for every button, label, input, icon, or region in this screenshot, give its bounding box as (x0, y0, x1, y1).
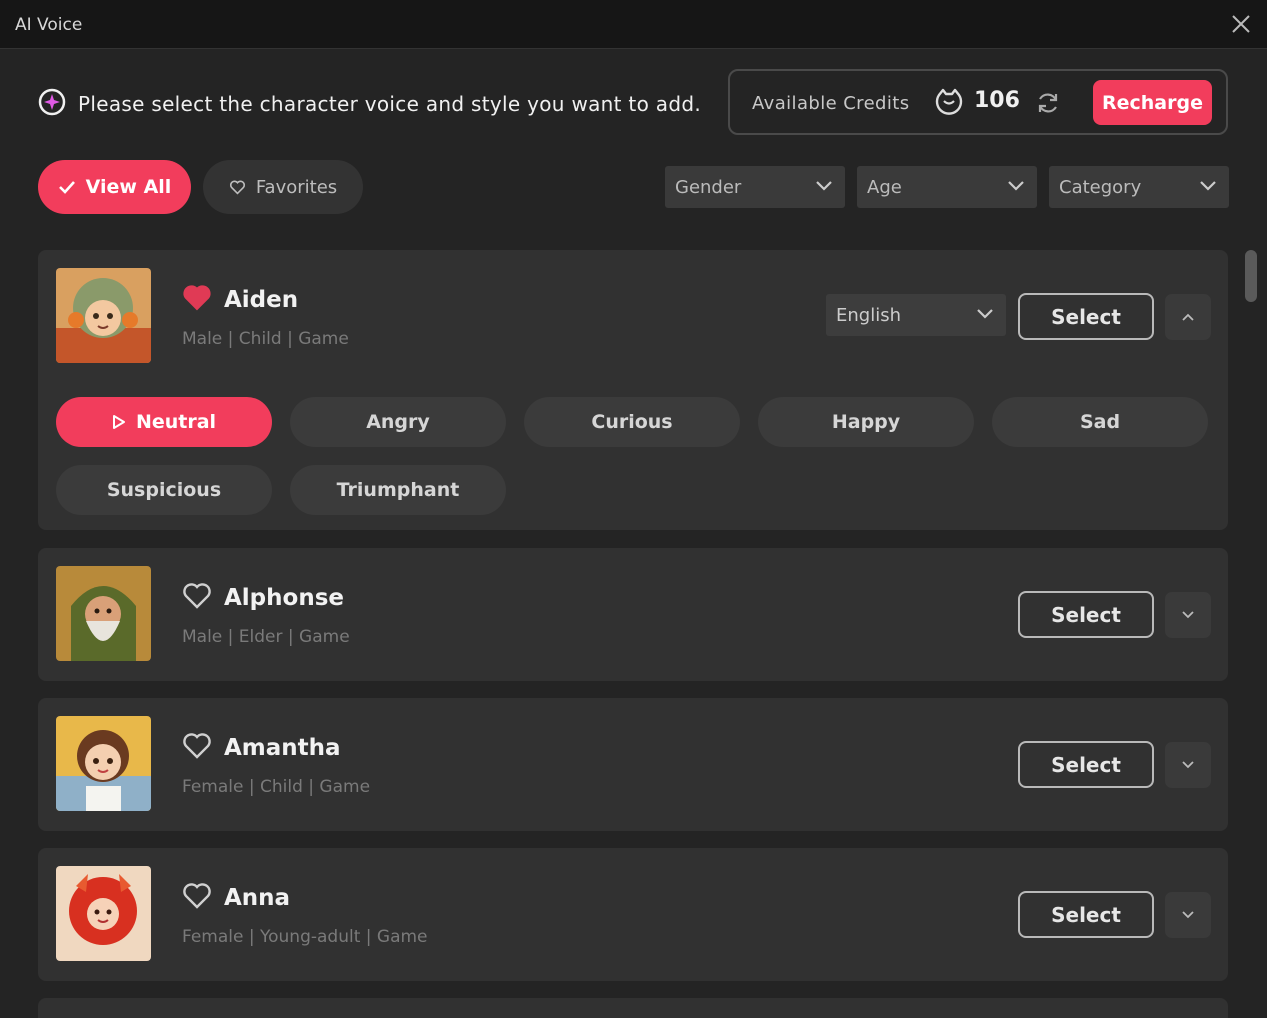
heart-icon[interactable] (182, 582, 212, 610)
window-title: AI Voice (15, 15, 83, 35)
style-label: Suspicious (106, 479, 222, 501)
expand-toggle[interactable] (1165, 892, 1211, 938)
age-filter-label: Age (867, 177, 902, 198)
chevron-down-icon (1182, 761, 1194, 769)
heart-icon[interactable] (182, 732, 212, 760)
scrollbar-thumb[interactable] (1245, 250, 1257, 302)
credits-panel: Available Credits 106 Recharge (728, 69, 1228, 135)
voice-tags: Female | Child | Game (182, 777, 371, 797)
voice-sparkle-icon (38, 88, 66, 116)
refresh-icon[interactable] (1034, 89, 1062, 117)
chevron-up-icon (1182, 313, 1194, 321)
select-button[interactable]: Select (1018, 891, 1154, 938)
avatar (56, 268, 151, 363)
collapse-toggle[interactable] (1165, 294, 1211, 340)
check-icon (58, 181, 75, 194)
expand-toggle[interactable] (1165, 592, 1211, 638)
voice-tags: Female | Young-adult | Game (182, 927, 428, 947)
instruction-text: Please select the character voice and st… (78, 92, 701, 116)
voice-tags: Male | Elder | Game (182, 627, 350, 647)
tab-view-all-label: View All (85, 176, 172, 198)
credits-value: 106 (974, 88, 1020, 113)
avatar (56, 716, 151, 811)
language-select[interactable]: English (826, 294, 1006, 336)
voice-tags: Male | Child | Game (182, 329, 349, 349)
heart-icon[interactable] (182, 882, 212, 910)
play-icon (112, 415, 125, 429)
category-filter[interactable]: Category (1049, 166, 1229, 208)
chevron-down-icon (1200, 181, 1216, 191)
voice-name: Anna (224, 885, 291, 911)
voice-card-anna: Anna Female | Young-adult | Game Select (38, 848, 1228, 981)
voice-card-amantha: Amantha Female | Child | Game Select (38, 698, 1228, 831)
voice-card-next (38, 998, 1228, 1018)
style-angry[interactable]: Angry (290, 397, 506, 447)
style-happy[interactable]: Happy (758, 397, 974, 447)
style-label: Sad (1079, 411, 1121, 433)
gender-filter-label: Gender (675, 177, 742, 198)
style-curious[interactable]: Curious (524, 397, 740, 447)
style-label: Curious (591, 411, 673, 433)
expand-toggle[interactable] (1165, 742, 1211, 788)
tab-favorites-label: Favorites (255, 176, 338, 198)
select-button[interactable]: Select (1018, 591, 1154, 638)
style-neutral[interactable]: Neutral (56, 397, 272, 447)
voice-card-alphonse: Alphonse Male | Elder | Game Select (38, 548, 1228, 681)
select-button[interactable]: Select (1018, 741, 1154, 788)
voice-list: Aiden Male | Child | Game English Select… (0, 230, 1267, 1018)
category-filter-label: Category (1059, 177, 1142, 198)
chevron-down-icon (977, 309, 993, 319)
avatar (56, 866, 151, 961)
chevron-down-icon (816, 181, 832, 191)
title-bar: AI Voice (0, 0, 1267, 49)
select-button[interactable]: Select (1018, 293, 1154, 340)
tab-favorites[interactable]: Favorites (203, 160, 363, 214)
style-label: Happy (831, 411, 901, 433)
chevron-down-icon (1182, 911, 1194, 919)
voice-name: Alphonse (224, 585, 344, 611)
age-filter[interactable]: Age (857, 166, 1037, 208)
chevron-down-icon (1182, 611, 1194, 619)
gender-filter[interactable]: Gender (665, 166, 845, 208)
style-label: Triumphant (336, 479, 460, 501)
close-icon[interactable] (1228, 11, 1254, 37)
voice-name: Amantha (224, 735, 341, 761)
avatar (56, 566, 151, 661)
heart-icon[interactable] (182, 284, 212, 312)
credit-coin-icon (935, 88, 963, 115)
voice-card-aiden: Aiden Male | Child | Game English Select… (38, 250, 1228, 530)
style-label: Neutral (135, 411, 217, 433)
credits-label: Available Credits (752, 93, 910, 114)
style-sad[interactable]: Sad (992, 397, 1208, 447)
language-select-label: English (836, 305, 901, 326)
style-triumphant[interactable]: Triumphant (290, 465, 506, 515)
heart-outline-icon (229, 180, 245, 195)
style-label: Angry (366, 411, 430, 433)
recharge-button[interactable]: Recharge (1093, 80, 1212, 125)
style-suspicious[interactable]: Suspicious (56, 465, 272, 515)
tab-view-all[interactable]: View All (38, 160, 191, 214)
voice-name: Aiden (224, 287, 299, 313)
chevron-down-icon (1008, 181, 1024, 191)
